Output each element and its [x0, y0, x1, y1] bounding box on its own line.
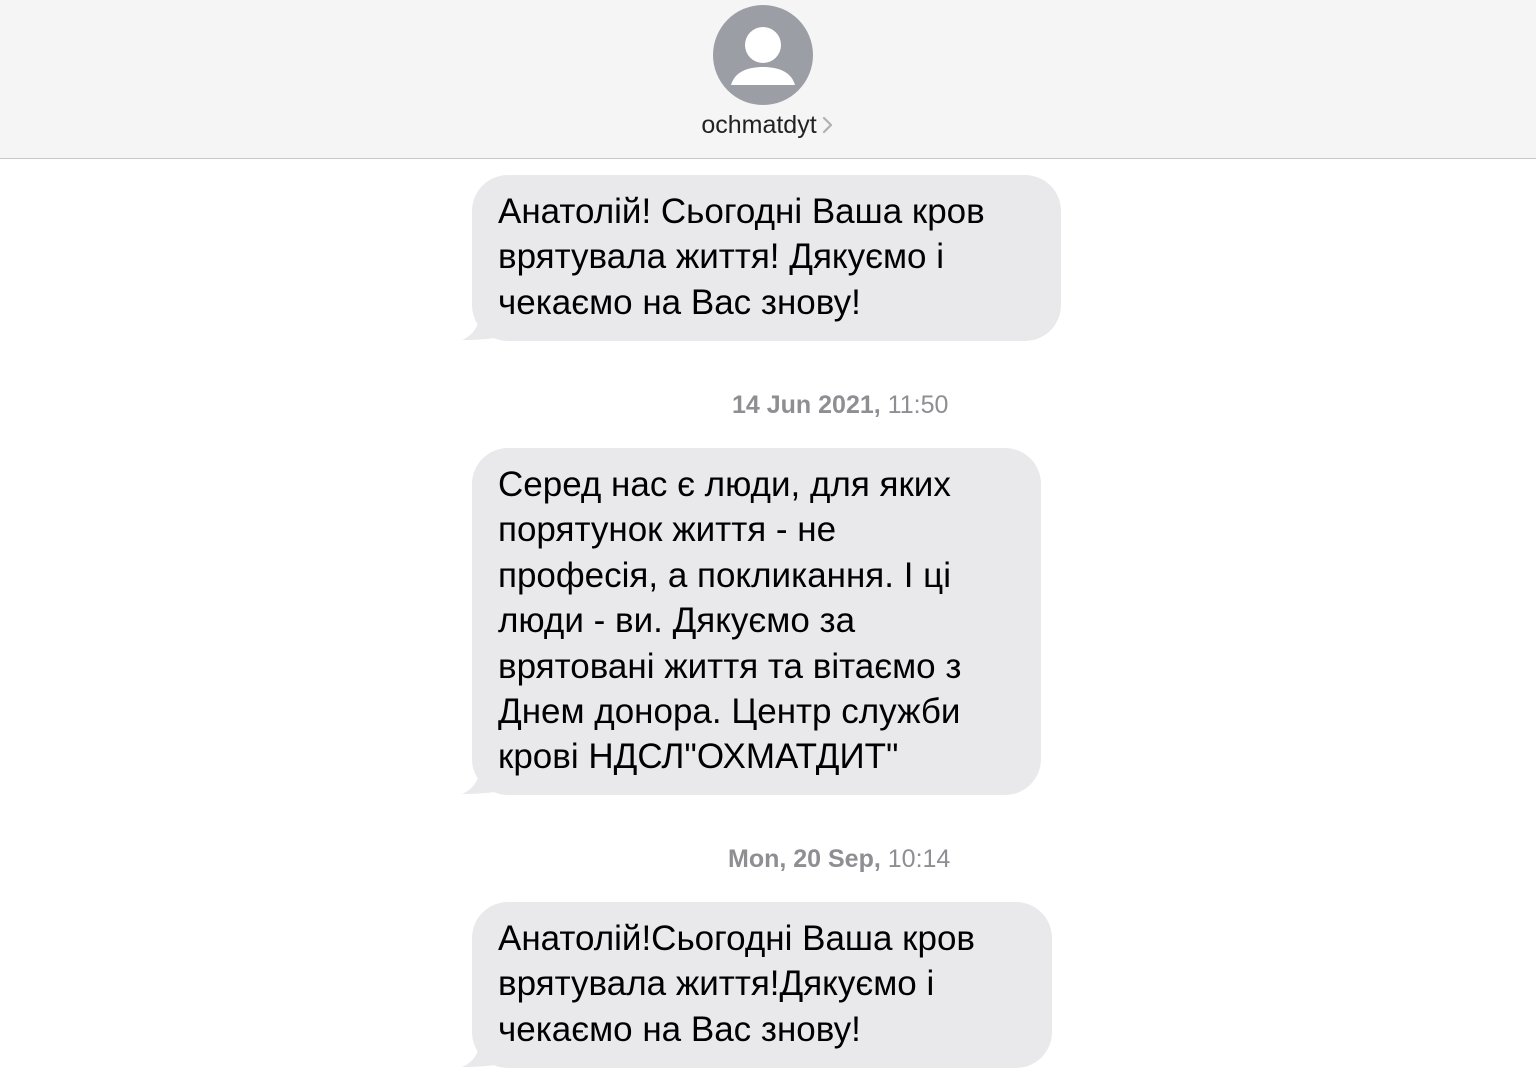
bubble-tail	[462, 307, 500, 340]
message-line: Днем донора. Центр служби	[498, 692, 961, 732]
message-line: Анатолій!Сьогодні Ваша кров	[498, 919, 976, 958]
chevron-right-icon	[821, 110, 835, 134]
message-line: люди - ви. Дякуємо за	[498, 601, 856, 641]
timestamp: 14 Jun 2021, 11:50	[732, 391, 948, 420]
message-line: крові НДСЛ"ОХМАТДИТ"	[498, 737, 899, 777]
message-line: Серед нас є люди, для яких	[498, 465, 951, 504]
message-line: врятувала життя!Дякуємо і	[498, 964, 935, 1004]
message-line: Анатолій! Сьогодні Ваша кров	[498, 192, 985, 231]
contact-name-button[interactable]: ochmatdyt	[0, 108, 1536, 142]
timestamp-date: Mon, 20 Sep,	[728, 845, 881, 873]
contact-name: ochmatdyt	[701, 111, 817, 139]
message-thread[interactable]: Анатолій! Сьогодні Ваша кров врятувала ж…	[0, 159, 1536, 1068]
message-line: чекаємо на Вас знову!	[498, 1009, 861, 1049]
contact-avatar[interactable]	[713, 5, 813, 105]
message-line: врятовані життя та вітаємо з	[498, 646, 962, 686]
message-line: чекаємо на Вас знову!	[498, 282, 861, 322]
timestamp: Mon, 20 Sep, 10:14	[728, 845, 950, 874]
message-bubble[interactable]: Анатолій!Сьогодні Ваша кров врятувала жи…	[472, 902, 1052, 1068]
bubble-tail	[462, 1034, 500, 1067]
bubble-tail	[462, 761, 500, 794]
message-bubble[interactable]: Анатолій! Сьогодні Ваша кров врятувала ж…	[472, 175, 1061, 341]
message-line: порятунок життя - не	[498, 510, 837, 550]
message-bubble[interactable]: Серед нас є люди, для яких порятунок жит…	[472, 448, 1041, 795]
timestamp-time: 10:14	[880, 845, 951, 873]
timestamp-time: 11:50	[880, 391, 949, 419]
conversation-header: ochmatdyt	[0, 0, 1536, 159]
person-silhouette-icon	[731, 27, 795, 85]
message-line: врятувала життя! Дякуємо і	[498, 237, 944, 277]
message-line: професія, а покликання. І ці	[498, 555, 951, 595]
timestamp-date: 14 Jun 2021,	[732, 391, 881, 419]
